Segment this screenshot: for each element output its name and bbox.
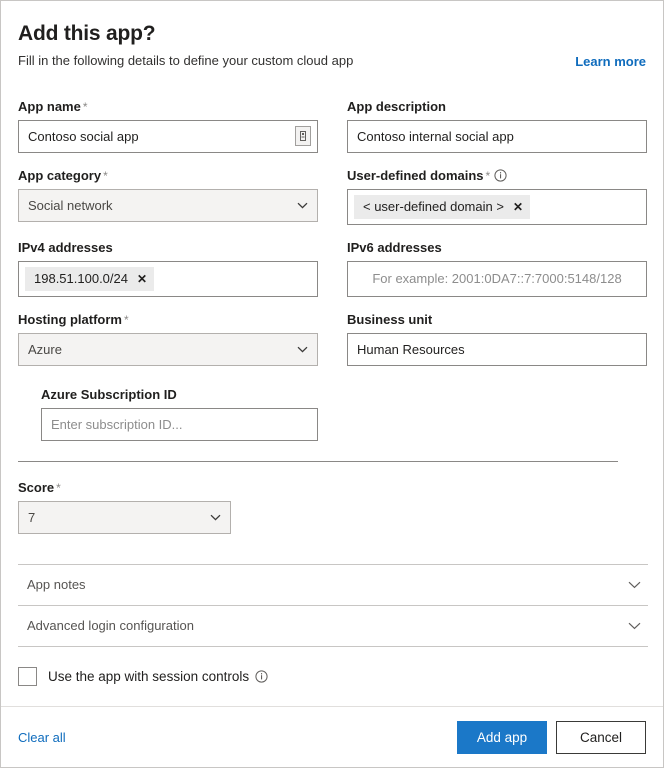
app-description-input[interactable]: Contoso internal social app bbox=[347, 119, 647, 153]
learn-more-link[interactable]: Learn more bbox=[575, 54, 646, 69]
field-hosting-platform: Hosting platform * Azure bbox=[18, 312, 318, 366]
field-app-description: App description Contoso internal social … bbox=[347, 99, 647, 153]
ipv4-addresses-input[interactable]: 198.51.100.0/24 ✕ bbox=[18, 260, 318, 297]
form-grid: App name * Contoso social app App descri… bbox=[18, 99, 647, 441]
score-label-text: Score bbox=[18, 479, 55, 495]
domain-chip-label: < user-defined domain > bbox=[363, 199, 504, 215]
session-controls-checkbox[interactable] bbox=[18, 666, 37, 686]
grid-spacer bbox=[347, 381, 647, 441]
field-azure-subscription-id: Azure Subscription ID Enter subscription… bbox=[41, 387, 318, 441]
ipv4-addresses-label: IPv4 addresses bbox=[18, 240, 318, 256]
chevron-down-icon bbox=[210, 514, 221, 521]
chevron-down-icon bbox=[628, 622, 641, 630]
business-unit-value: Human Resources bbox=[357, 341, 465, 357]
field-app-name: App name * Contoso social app bbox=[18, 99, 318, 153]
score-label: Score * bbox=[18, 480, 646, 496]
cancel-button[interactable]: Cancel bbox=[556, 720, 646, 754]
business-unit-input[interactable]: Human Resources bbox=[347, 332, 647, 366]
user-defined-domains-label-text: User-defined domains bbox=[347, 167, 484, 183]
info-icon[interactable] bbox=[494, 169, 507, 182]
field-ipv6-addresses: IPv6 addresses For example: 2001:0DA7::7… bbox=[347, 240, 647, 297]
chevron-down-icon bbox=[297, 202, 308, 209]
ipv4-chip[interactable]: 198.51.100.0/24 ✕ bbox=[25, 266, 155, 291]
chevron-down-icon bbox=[297, 346, 308, 353]
app-category-label-text: App category bbox=[18, 167, 102, 183]
app-description-label: App description bbox=[347, 99, 647, 115]
app-description-label-text: App description bbox=[347, 98, 446, 114]
score-dropdown[interactable]: 7 bbox=[18, 500, 231, 534]
accordion-advanced-login-configuration-label: Advanced login configuration bbox=[27, 618, 194, 634]
session-controls-row: Use the app with session controls bbox=[18, 666, 646, 686]
user-defined-domains-label: User-defined domains * bbox=[347, 168, 647, 184]
accordion-group: App notes Advanced login configuration bbox=[18, 563, 648, 647]
app-name-label-text: App name bbox=[18, 98, 81, 114]
chevron-down-icon bbox=[628, 581, 641, 589]
azure-subscription-id-input[interactable]: Enter subscription ID... bbox=[41, 407, 318, 441]
ipv4-chip-label: 198.51.100.0/24 bbox=[34, 271, 128, 287]
field-app-category: App category * Social network bbox=[18, 168, 318, 225]
hosting-platform-label-text: Hosting platform bbox=[18, 311, 122, 327]
field-score: Score * 7 bbox=[18, 480, 646, 534]
business-unit-label-text: Business unit bbox=[347, 311, 433, 327]
ipv6-addresses-label: IPv6 addresses bbox=[347, 240, 647, 256]
page-title: Add this app? bbox=[18, 22, 156, 45]
section-divider bbox=[18, 460, 618, 462]
dialog-footer: Clear all Add app Cancel bbox=[1, 706, 663, 767]
field-business-unit: Business unit Human Resources bbox=[347, 312, 647, 366]
azure-subscription-id-label-text: Azure Subscription ID bbox=[41, 386, 177, 402]
azure-subscription-id-label: Azure Subscription ID bbox=[41, 387, 318, 403]
add-app-dialog: Add this app? Fill in the following deta… bbox=[0, 0, 664, 768]
accordion-advanced-login-configuration[interactable]: Advanced login configuration bbox=[18, 604, 648, 647]
app-category-dropdown[interactable]: Social network bbox=[18, 188, 318, 222]
ipv6-addresses-input[interactable]: For example: 2001:0DA7::7:7000:5148/128 bbox=[347, 260, 647, 297]
dialog-content: Add this app? Fill in the following deta… bbox=[1, 1, 663, 686]
hosting-platform-dropdown[interactable]: Azure bbox=[18, 332, 318, 366]
accordion-app-notes-label: App notes bbox=[27, 577, 86, 593]
domain-chip[interactable]: < user-defined domain > ✕ bbox=[354, 194, 530, 219]
info-icon[interactable] bbox=[255, 670, 268, 683]
accordion-app-notes[interactable]: App notes bbox=[18, 563, 648, 605]
hosting-platform-required-asterisk: * bbox=[124, 312, 129, 327]
clear-all-link[interactable]: Clear all bbox=[18, 730, 66, 745]
score-value: 7 bbox=[28, 509, 36, 525]
app-name-picker-icon[interactable] bbox=[295, 126, 311, 147]
add-app-button[interactable]: Add app bbox=[457, 720, 547, 754]
page-subtitle: Fill in the following details to define … bbox=[18, 53, 354, 69]
app-name-required-asterisk: * bbox=[82, 99, 88, 114]
ipv6-addresses-label-text: IPv6 addresses bbox=[347, 239, 442, 255]
app-category-value: Social network bbox=[28, 197, 113, 213]
ipv6-addresses-placeholder: For example: 2001:0DA7::7:7000:5148/128 bbox=[372, 271, 622, 287]
hosting-platform-value: Azure bbox=[28, 341, 62, 357]
app-name-label: App name * bbox=[18, 99, 318, 115]
user-defined-domains-input[interactable]: < user-defined domain > ✕ bbox=[347, 188, 647, 225]
field-user-defined-domains: User-defined domains * < user-defined dom… bbox=[347, 168, 647, 225]
app-name-input[interactable]: Contoso social app bbox=[18, 119, 318, 153]
ipv4-addresses-label-text: IPv4 addresses bbox=[18, 239, 113, 255]
session-controls-label: Use the app with session controls bbox=[48, 668, 250, 684]
app-description-value: Contoso internal social app bbox=[357, 128, 514, 144]
footer-actions: Add app Cancel bbox=[457, 720, 646, 754]
user-defined-domains-required-asterisk: * bbox=[485, 168, 491, 183]
app-category-label: App category * bbox=[18, 168, 318, 184]
close-icon[interactable]: ✕ bbox=[513, 201, 523, 213]
close-icon[interactable]: ✕ bbox=[137, 273, 147, 285]
dialog-header: Add this app? Fill in the following deta… bbox=[18, 21, 646, 70]
score-required-asterisk: * bbox=[56, 480, 61, 495]
app-name-value: Contoso social app bbox=[28, 128, 139, 144]
field-ipv4-addresses: IPv4 addresses 198.51.100.0/24 ✕ bbox=[18, 240, 318, 297]
app-category-required-asterisk: * bbox=[103, 168, 108, 183]
azure-subscription-id-placeholder: Enter subscription ID... bbox=[51, 416, 183, 432]
hosting-platform-label: Hosting platform * bbox=[18, 312, 318, 328]
business-unit-label: Business unit bbox=[347, 312, 647, 328]
